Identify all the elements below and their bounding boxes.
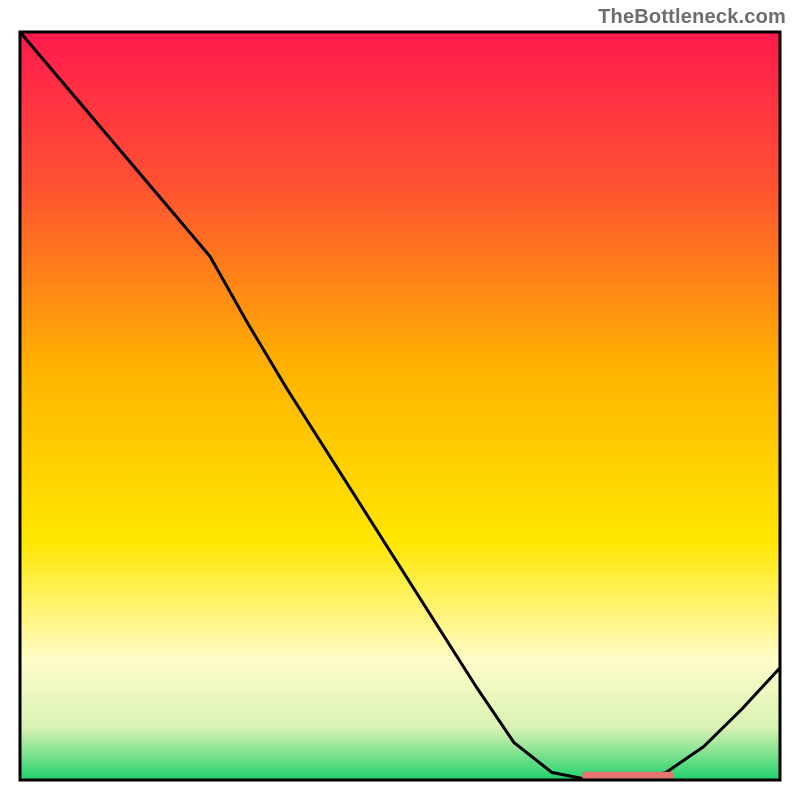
plot-frame — [20, 32, 780, 780]
chart-container: TheBottleneck.com — [0, 0, 800, 800]
chart-background — [20, 32, 780, 780]
chart-svg — [20, 32, 780, 780]
watermark-label: TheBottleneck.com — [598, 6, 786, 29]
